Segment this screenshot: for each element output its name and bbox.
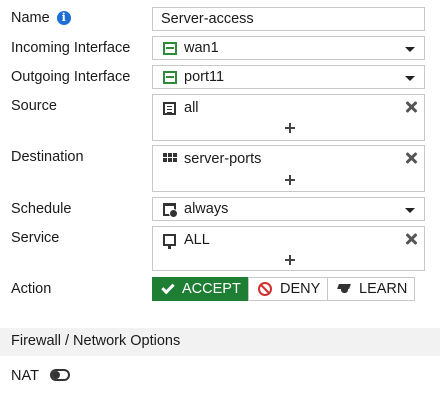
chevron-down-icon: [405, 47, 415, 52]
checkmark-icon: [161, 280, 175, 295]
interface-port-icon: [163, 42, 177, 55]
service-label: Service: [11, 230, 60, 246]
remove-service-icon[interactable]: [405, 233, 417, 245]
incoming-interface-value: wan1: [184, 40, 219, 56]
outgoing-interface-value: port11: [184, 69, 225, 85]
chevron-down-icon: [405, 76, 415, 81]
outgoing-interface-select[interactable]: port11: [152, 65, 425, 89]
deny-button[interactable]: DENY: [248, 277, 328, 301]
destination-field[interactable]: server-ports: [152, 145, 425, 192]
section-title: Firewall / Network Options: [11, 333, 181, 349]
name-input-value: Server-access: [161, 11, 254, 27]
service-field[interactable]: ALL: [152, 226, 425, 271]
source-value: all: [184, 100, 199, 116]
nat-toggle[interactable]: [50, 369, 70, 381]
interface-port-icon: [163, 71, 177, 84]
action-button-group: ACCEPT DENY LEARN: [152, 277, 415, 301]
calendar-clock-icon: [163, 203, 178, 218]
schedule-label: Schedule: [11, 201, 72, 217]
name-label: Name i: [11, 10, 71, 26]
add-destination-icon[interactable]: [285, 175, 295, 185]
accept-button[interactable]: ACCEPT: [152, 277, 249, 301]
schedule-value: always: [184, 201, 229, 217]
name-label-text: Name: [11, 10, 50, 26]
incoming-interface-label: Incoming Interface: [11, 40, 131, 56]
firewall-options-section-header: Firewall / Network Options: [0, 328, 440, 356]
learn-button[interactable]: LEARN: [327, 277, 415, 301]
service-value: ALL: [184, 232, 210, 248]
destination-label: Destination: [11, 149, 84, 165]
remove-source-icon[interactable]: [405, 101, 417, 113]
service-icon: [163, 234, 176, 249]
learn-button-label: LEARN: [359, 281, 408, 297]
destination-value: server-ports: [184, 151, 262, 167]
source-field[interactable]: all: [152, 94, 425, 141]
name-input[interactable]: Server-access: [152, 7, 425, 31]
schedule-select[interactable]: always: [152, 197, 425, 221]
deny-button-label: DENY: [280, 281, 321, 297]
add-service-icon[interactable]: [285, 255, 295, 265]
deny-icon: [258, 282, 272, 296]
source-label: Source: [11, 98, 57, 114]
accept-button-label: ACCEPT: [182, 281, 241, 297]
outgoing-interface-label: Outgoing Interface: [11, 69, 131, 85]
action-label: Action: [11, 281, 52, 297]
info-icon[interactable]: i: [56, 11, 71, 25]
chevron-down-icon: [405, 208, 415, 213]
remove-destination-icon[interactable]: [405, 152, 417, 164]
address-group-icon: [163, 153, 177, 165]
graduation-cap-icon: [337, 284, 352, 294]
address-list-icon: [163, 102, 176, 115]
nat-label: NAT: [11, 368, 39, 384]
incoming-interface-select[interactable]: wan1: [152, 36, 425, 60]
add-source-icon[interactable]: [285, 123, 295, 133]
